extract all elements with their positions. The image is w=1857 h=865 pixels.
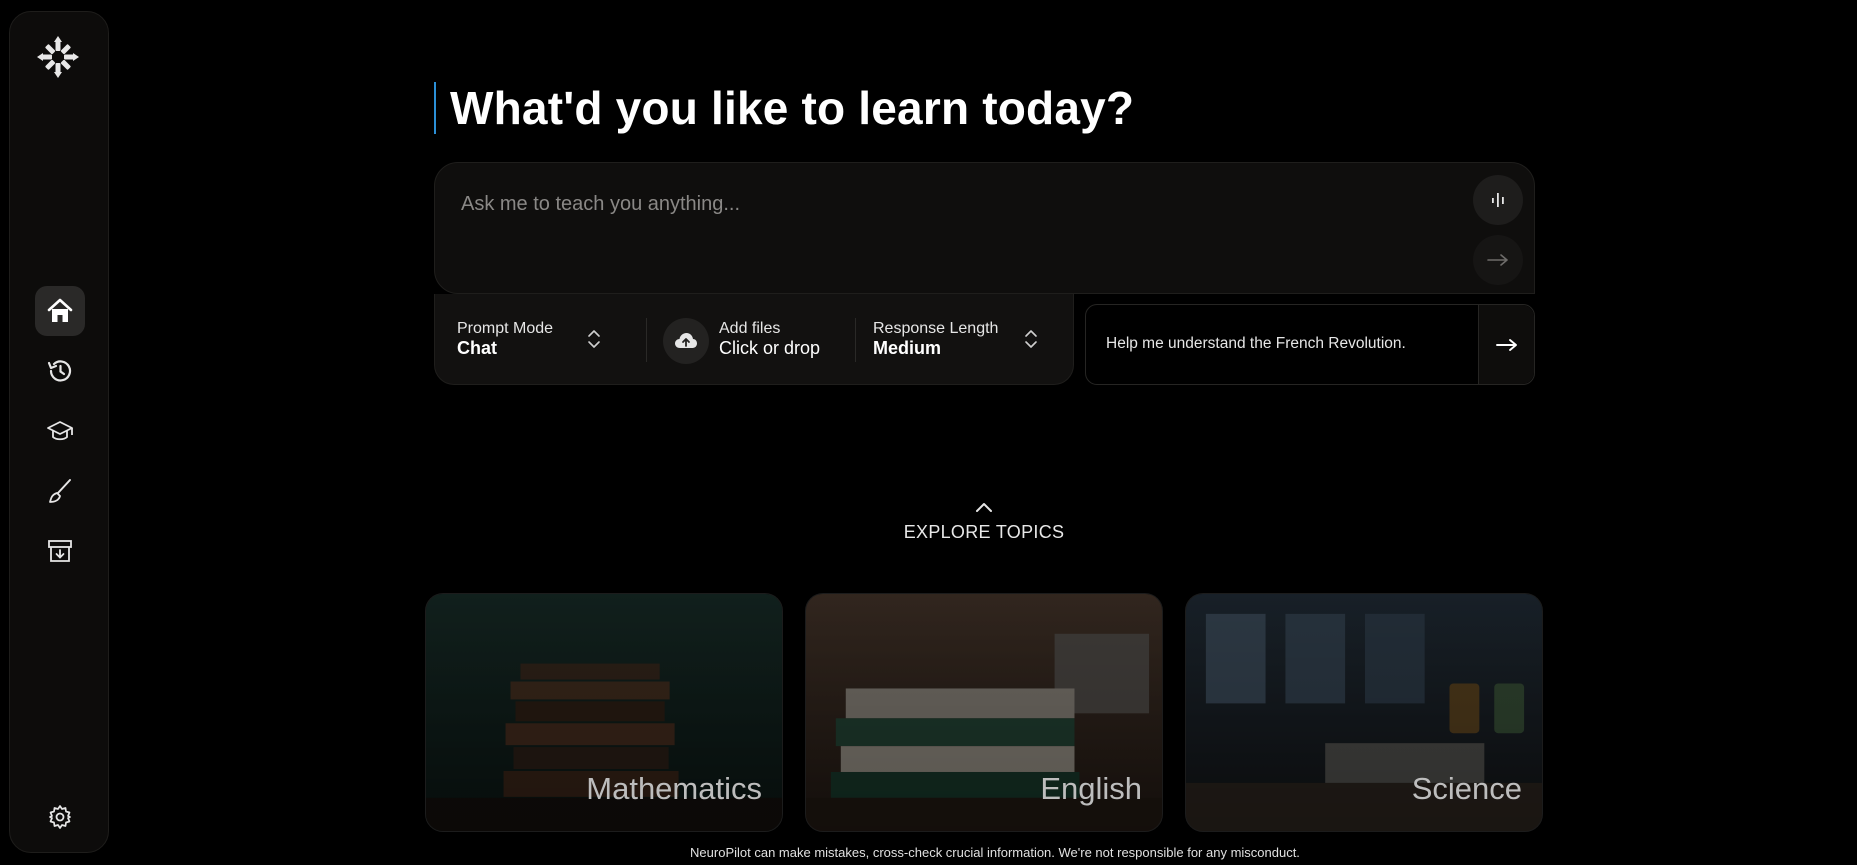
add-files-label: Add files: [719, 320, 781, 337]
suggestion-text: Help me understand the French Revolution…: [1106, 335, 1406, 352]
sidebar-item-learn[interactable]: [35, 406, 85, 456]
arrow-right-icon: [1495, 338, 1517, 351]
topic-label: English: [1040, 771, 1142, 806]
suggestion-chip[interactable]: Help me understand the French Revolution…: [1085, 304, 1535, 385]
audio-waveform-icon: [1492, 193, 1504, 207]
divider: [855, 318, 856, 362]
home-icon: [47, 298, 73, 322]
divider: [646, 318, 647, 362]
response-length-select[interactable]: Response Length Medium: [873, 319, 1053, 359]
chevron-updown-icon: [588, 330, 600, 348]
upload-button[interactable]: [663, 318, 709, 364]
topic-card-science[interactable]: Science: [1185, 593, 1543, 832]
explore-topics-label: EXPLORE TOPICS: [903, 522, 1065, 542]
heading-accent-bar: What'd you like to learn today?: [434, 82, 1134, 134]
sidebar-item-history[interactable]: [35, 346, 85, 396]
topic-card-mathematics[interactable]: Mathematics: [425, 593, 783, 832]
archive-icon: [48, 540, 72, 562]
gear-icon: [49, 805, 71, 829]
graduation-cap-icon: [47, 421, 73, 441]
options-bar: Prompt Mode Chat Add files Click or drop…: [434, 294, 1074, 385]
topic-card-english[interactable]: English: [805, 593, 1163, 832]
prompt-mode-select[interactable]: Prompt Mode Chat: [457, 319, 607, 359]
history-icon: [47, 360, 72, 382]
sidebar-item-archive[interactable]: [35, 526, 85, 576]
cloud-upload-icon: [675, 333, 697, 348]
voice-input-button[interactable]: [1473, 175, 1523, 225]
disclaimer-text: NeuroPilot can make mistakes, cross-chec…: [690, 845, 1300, 860]
page-title: What'd you like to learn today?: [450, 82, 1135, 134]
topic-label: Science: [1411, 771, 1522, 806]
explore-topics-toggle[interactable]: EXPLORE TOPICS: [884, 500, 1084, 543]
chevron-updown-icon: [1025, 330, 1037, 348]
prompt-mode-value: Chat: [457, 338, 497, 358]
prompt-input[interactable]: [461, 193, 1361, 216]
send-button[interactable]: [1473, 235, 1523, 285]
brush-icon: [49, 479, 71, 503]
suggestion-submit-button[interactable]: [1478, 305, 1534, 384]
sidebar: [9, 11, 109, 853]
prompt-mode-label: Prompt Mode: [457, 320, 554, 337]
topic-label: Mathematics: [586, 771, 762, 806]
sidebar-item-home[interactable]: [35, 286, 85, 336]
prompt-card: [434, 162, 1535, 294]
chevron-up-icon: [976, 503, 992, 512]
arrow-right-icon: [1487, 254, 1508, 266]
add-files-dropzone[interactable]: Add files Click or drop: [719, 319, 839, 359]
logo-icon[interactable]: [35, 34, 81, 80]
add-files-hint: Click or drop: [719, 338, 821, 358]
settings-button[interactable]: [35, 792, 85, 842]
sidebar-item-create[interactable]: [35, 466, 85, 516]
